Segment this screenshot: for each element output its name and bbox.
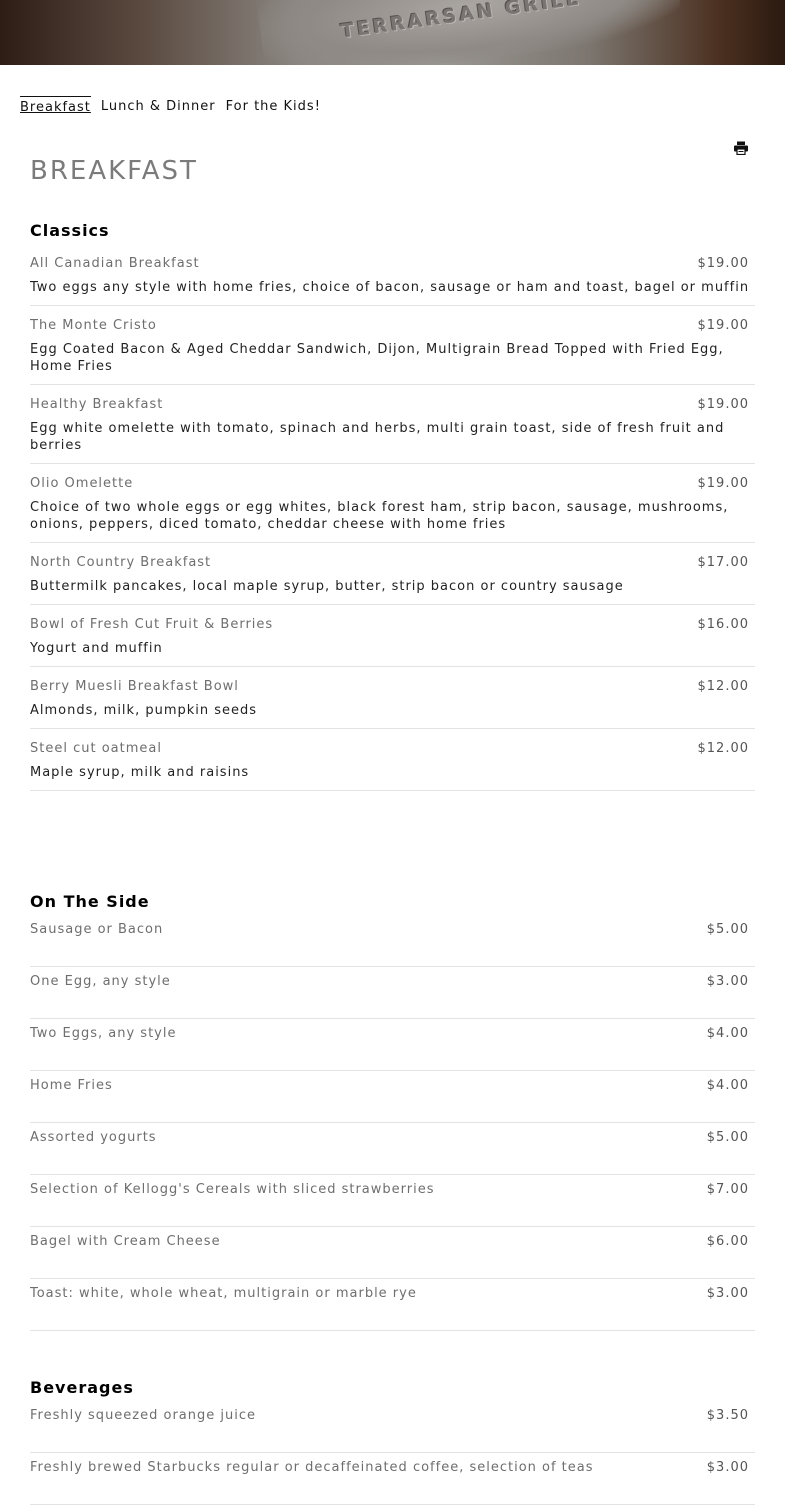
- menu-item: All Canadian Breakfast $19.00 Two eggs any…: [30, 244, 755, 306]
- menu-item-price: $3.00: [706, 1286, 749, 1301]
- menu-item-name: One Egg, any style: [30, 974, 171, 989]
- menu-item: Freshly brewed Starbucks regular or deca…: [30, 1453, 755, 1505]
- menu-item-description: Yogurt and muffin: [30, 641, 163, 656]
- menu-item-description: Almonds, milk, pumpkin seeds: [30, 703, 258, 718]
- menu-item-name: Selection of Kellogg's Cereals with slic…: [30, 1182, 435, 1197]
- side-list: Sausage or Bacon $5.00 One Egg, any style $…: [30, 915, 755, 1331]
- menu-item-price: $19.00: [697, 397, 749, 412]
- menu-item-row: Bagel with Cream Cheese $6.00: [30, 1234, 755, 1249]
- menu-item-row: Berry Muesli Breakfast Bowl $12.00: [30, 679, 755, 694]
- menu-item-row: The Monte Cristo $19.00: [30, 318, 755, 333]
- menu-item: Assorted yogurts $5.00: [30, 1123, 755, 1175]
- menu-item: The Monte Cristo $19.00 Egg Coated Bacon &…: [30, 306, 755, 385]
- menu-item-name: Two Eggs, any style: [30, 1026, 177, 1041]
- menu-item: Bagel with Cream Cheese $6.00: [30, 1227, 755, 1279]
- menu-item-price: $3.00: [706, 1460, 749, 1475]
- menu-item: Freshly squeezed orange juice $3.50: [30, 1401, 755, 1453]
- menu-item-name: Bowl of Fresh Cut Fruit & Berries: [30, 617, 274, 632]
- menu-item-price: $5.00: [706, 922, 749, 937]
- menu-item-description: Buttermilk pancakes, local maple syrup, …: [30, 579, 624, 594]
- menu-item: Toast: white, whole wheat, multigrain or…: [30, 1279, 755, 1331]
- menu-item: Berry Muesli Breakfast Bowl $12.00 Almonds…: [30, 667, 755, 729]
- menu-item-name: Freshly squeezed orange juice: [30, 1408, 256, 1423]
- menu-item: Home Fries $4.00: [30, 1071, 755, 1123]
- menu-item-price: $4.00: [706, 1078, 749, 1093]
- menu-item: One Egg, any style $3.00: [30, 967, 755, 1019]
- menu-item-name: Olio Omelette: [30, 476, 134, 491]
- menu-item-name: Healthy Breakfast: [30, 397, 164, 412]
- menu-item-name: The Monte Cristo: [30, 318, 157, 333]
- menu-tabs: Breakfast Lunch & Dinner For the Kids!: [20, 96, 321, 115]
- menu-item-price: $5.00: [706, 1130, 749, 1145]
- menu-item: Healthy Breakfast $19.00 Egg white omelett…: [30, 385, 755, 464]
- menu-item-price: $4.00: [706, 1026, 749, 1041]
- menu-item-name: Home Fries: [30, 1078, 113, 1093]
- menu-item-price: $19.00: [697, 476, 749, 491]
- menu-item: Olio Omelette $19.00 Choice of two whole e…: [30, 464, 755, 543]
- beverages-list: Freshly squeezed orange juice $3.50 Freshl…: [30, 1401, 755, 1505]
- menu-item-row: Sausage or Bacon $5.00: [30, 922, 755, 937]
- menu-item: Bowl of Fresh Cut Fruit & Berries $16.00 Y…: [30, 605, 755, 667]
- menu-item: Selection of Kellogg's Cereals with slic…: [30, 1175, 755, 1227]
- menu-item: Sausage or Bacon $5.00: [30, 915, 755, 967]
- menu-item-price: $12.00: [697, 679, 749, 694]
- menu-item-price: $19.00: [697, 318, 749, 333]
- tab-breakfast[interactable]: Breakfast: [20, 96, 91, 115]
- menu-item-description: Egg white omelette with tomato, spinach …: [30, 421, 725, 453]
- menu-item-row: Steel cut oatmeal $12.00: [30, 741, 755, 756]
- menu-item-row: Assorted yogurts $5.00: [30, 1130, 755, 1145]
- menu-item-name: Sausage or Bacon: [30, 922, 164, 937]
- menu-item-name: Bagel with Cream Cheese: [30, 1234, 221, 1249]
- menu-item-name: Assorted yogurts: [30, 1130, 157, 1145]
- menu-item-name: Steel cut oatmeal: [30, 741, 162, 756]
- menu-item-row: One Egg, any style $3.00: [30, 974, 755, 989]
- menu-item-description: Choice of two whole eggs or egg whites, …: [30, 500, 729, 532]
- menu-item-row: Bowl of Fresh Cut Fruit & Berries $16.00: [30, 617, 755, 632]
- classics-list: All Canadian Breakfast $19.00 Two eggs any…: [30, 244, 755, 791]
- menu-item-price: $12.00: [697, 741, 749, 756]
- menu-item: Steel cut oatmeal $12.00 Maple syrup, milk…: [30, 729, 755, 791]
- menu-item-description: Two eggs any style with home fries, choi…: [30, 280, 750, 295]
- print-icon[interactable]: [734, 140, 748, 156]
- menu-item-price: $3.00: [706, 974, 749, 989]
- menu-item-row: Olio Omelette $19.00: [30, 476, 755, 491]
- menu-item-row: Toast: white, whole wheat, multigrain or…: [30, 1286, 755, 1301]
- section-title: On The Side: [30, 892, 150, 911]
- menu-item-row: All Canadian Breakfast $19.00: [30, 256, 755, 271]
- menu-item-price: $3.50: [706, 1408, 749, 1423]
- tab-for-the-kids[interactable]: For the Kids!: [226, 96, 321, 115]
- menu-item-name: Freshly brewed Starbucks regular or deca…: [30, 1460, 594, 1475]
- section-title: Beverages: [30, 1378, 134, 1397]
- menu-item: Two Eggs, any style $4.00: [30, 1019, 755, 1071]
- menu-item-name: North Country Breakfast: [30, 555, 212, 570]
- menu-item-price: $16.00: [697, 617, 749, 632]
- hero-banner: TERRARSAN GRILL: [0, 0, 785, 65]
- menu-item-description: Egg Coated Bacon & Aged Cheddar Sandwich…: [30, 342, 724, 374]
- menu-item-row: North Country Breakfast $17.00: [30, 555, 755, 570]
- menu-item-row: Freshly squeezed orange juice $3.50: [30, 1408, 755, 1423]
- section-on-the-side: On The Side Sausage or Bacon $5.00 One Egg…: [30, 889, 755, 1331]
- menu-item-name: Berry Muesli Breakfast Bowl: [30, 679, 239, 694]
- menu-item-row: Two Eggs, any style $4.00: [30, 1026, 755, 1041]
- page-title: BREAKFAST: [30, 156, 198, 187]
- menu-item-price: $17.00: [697, 555, 749, 570]
- section-title: Classics: [30, 221, 110, 240]
- menu-item-price: $6.00: [706, 1234, 749, 1249]
- tab-lunch-dinner[interactable]: Lunch & Dinner: [101, 96, 216, 115]
- section-classics: Classics All Canadian Breakfast $19.00 Two…: [30, 218, 755, 791]
- section-beverages: Beverages Freshly squeezed orange juice $…: [30, 1375, 755, 1505]
- menu-item-row: Home Fries $4.00: [30, 1078, 755, 1093]
- menu-item-row: Freshly brewed Starbucks regular or deca…: [30, 1460, 755, 1475]
- menu-item-name: Toast: white, whole wheat, multigrain or…: [30, 1286, 417, 1301]
- menu-item-description: Maple syrup, milk and raisins: [30, 765, 250, 780]
- menu-item-row: Healthy Breakfast $19.00: [30, 397, 755, 412]
- menu-item-price: $19.00: [697, 256, 749, 271]
- menu-item: North Country Breakfast $17.00 Buttermilk …: [30, 543, 755, 605]
- menu-item-price: $7.00: [706, 1182, 749, 1197]
- menu-item-row: Selection of Kellogg's Cereals with slic…: [30, 1182, 755, 1197]
- menu-item-name: All Canadian Breakfast: [30, 256, 200, 271]
